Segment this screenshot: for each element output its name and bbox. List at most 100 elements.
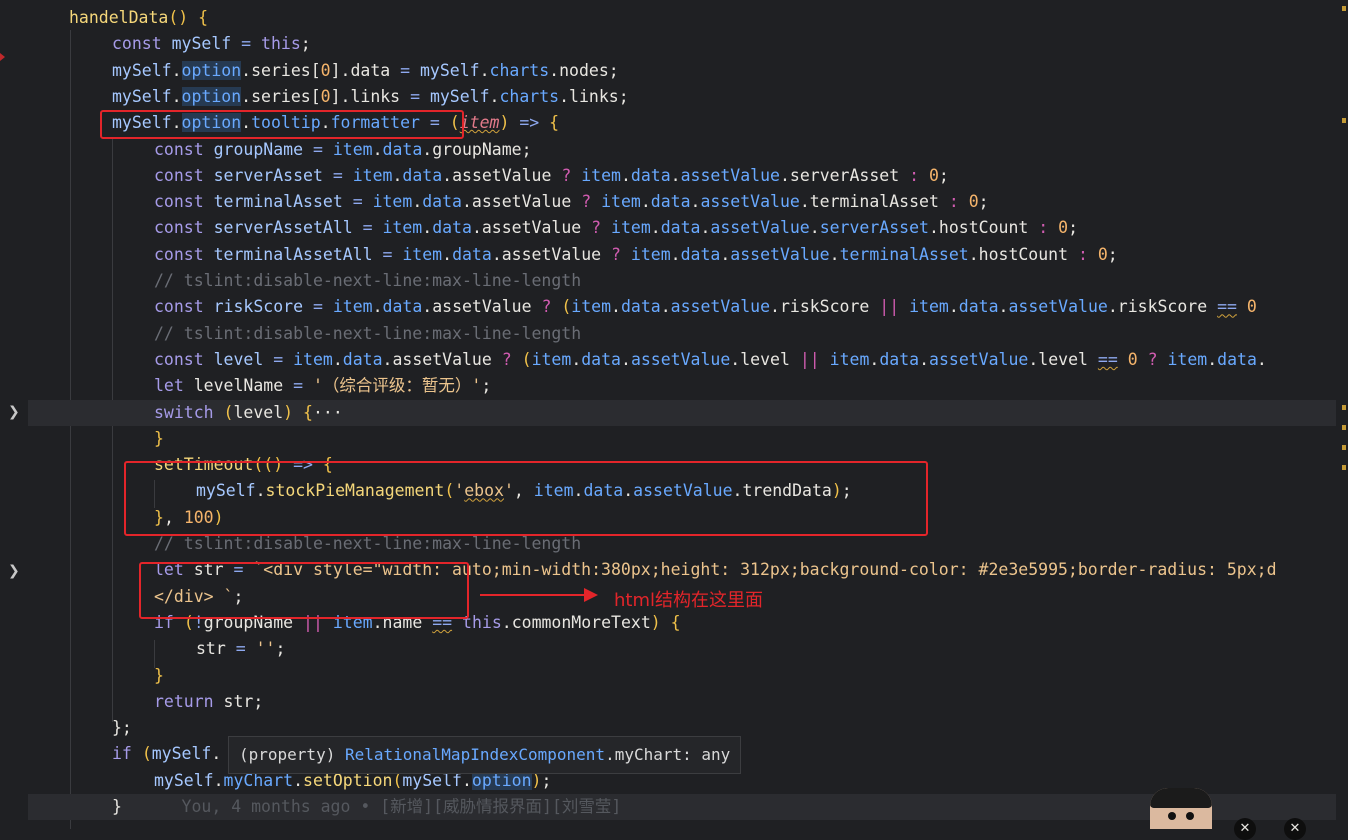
code-line[interactable]: const riskScore = item.data.assetValue ?… bbox=[28, 294, 1336, 320]
code-line[interactable]: const terminalAssetAll = item.data.asset… bbox=[28, 242, 1336, 268]
code-line[interactable]: str = ''; bbox=[28, 636, 1336, 662]
code-token: .level bbox=[1028, 349, 1098, 369]
code-line[interactable]: const mySelf = this; bbox=[28, 31, 1336, 57]
code-token: = bbox=[312, 297, 323, 317]
code-token: = bbox=[273, 349, 284, 369]
code-token: handelData bbox=[69, 8, 169, 27]
code-token: ; bbox=[481, 376, 492, 396]
code-token: .links; bbox=[559, 86, 629, 106]
code-token: { bbox=[549, 113, 560, 133]
code-token: { bbox=[303, 402, 313, 422]
scroll-marker bbox=[1342, 425, 1346, 430]
code-line[interactable]: // tslint:disable-next-line:max-line-len… bbox=[28, 268, 1336, 294]
code-token: = bbox=[293, 376, 304, 396]
close-icon[interactable]: ✕ bbox=[1284, 818, 1306, 840]
fold-chevron-icon[interactable]: ❯ bbox=[8, 563, 20, 579]
highlight-box-formatter bbox=[100, 110, 464, 139]
code-token: ; bbox=[300, 34, 311, 54]
fold-chevron-icon[interactable]: ❯ bbox=[8, 404, 20, 420]
code-line[interactable]: mySelf.option.series[0].links = mySelf.c… bbox=[28, 84, 1336, 110]
vertical-scrollbar[interactable] bbox=[1336, 0, 1348, 829]
code-token: item bbox=[459, 113, 500, 133]
code-token: } bbox=[112, 797, 122, 816]
code-token: ; bbox=[978, 192, 989, 212]
code-token: if bbox=[112, 744, 132, 764]
code-token: item bbox=[611, 218, 651, 238]
code-token: riskScore bbox=[213, 297, 304, 317]
close-icon[interactable]: ✕ bbox=[1234, 818, 1256, 840]
code-line[interactable]: } bbox=[28, 663, 1336, 689]
code-line[interactable]: } You, 4 months ago • [新增][威胁情报界面][刘雪莹] bbox=[28, 794, 1336, 820]
scroll-marker bbox=[1342, 405, 1346, 410]
annotation-arrow bbox=[480, 594, 588, 596]
code-token: . bbox=[171, 60, 182, 80]
hover-suffix: .myChart: any bbox=[605, 745, 731, 764]
code-token: : bbox=[1077, 244, 1088, 264]
error-marker-icon bbox=[0, 53, 5, 61]
code-token: .hostCount bbox=[928, 218, 1039, 238]
code-token: item bbox=[382, 218, 423, 238]
code-token: '' bbox=[255, 639, 276, 659]
avatar[interactable] bbox=[1150, 788, 1212, 829]
hover-prefix: (property) bbox=[239, 745, 345, 764]
code-line[interactable]: return str; bbox=[28, 689, 1336, 715]
code-line[interactable]: let levelName = '（综合评级：暂无）'; bbox=[28, 373, 1336, 399]
code-line[interactable]: const terminalAsset = item.data.assetVal… bbox=[28, 189, 1336, 215]
code-token: const bbox=[154, 165, 204, 185]
highlight-box-settimeout bbox=[124, 461, 928, 536]
code-token: data bbox=[402, 165, 443, 185]
code-line[interactable]: } bbox=[28, 426, 1336, 452]
code-token: } bbox=[154, 428, 164, 448]
code-line[interactable]: handelData() { bbox=[28, 5, 1336, 31]
code-token: this bbox=[261, 34, 301, 54]
code-token: ( bbox=[223, 402, 234, 422]
code-token: data bbox=[422, 192, 462, 212]
code-line[interactable]: // tslint:disable-next-line:max-line-len… bbox=[28, 321, 1336, 347]
code-token: : bbox=[948, 192, 959, 212]
code-token: . bbox=[213, 770, 224, 790]
code-token: str bbox=[196, 639, 236, 659]
code-token: = bbox=[312, 139, 323, 159]
code-token: . bbox=[611, 297, 621, 317]
code-line[interactable]: mySelf.option.series[0].data = mySelf.ch… bbox=[28, 58, 1336, 84]
code-line[interactable]: const groupName = item.data.groupName; bbox=[28, 137, 1336, 163]
code-token: . bbox=[372, 297, 383, 317]
code-token: mySelf bbox=[154, 770, 214, 790]
code-token: . bbox=[670, 165, 681, 185]
code-token: ; bbox=[1107, 244, 1118, 264]
code-line[interactable]: switch (level) {··· bbox=[28, 399, 1336, 426]
code-token: .riskScore bbox=[770, 297, 880, 317]
code-token: . bbox=[660, 297, 671, 317]
code-token: .series[ bbox=[241, 86, 321, 106]
code-token: .level bbox=[730, 349, 800, 369]
code-line[interactable]: const serverAssetAll = item.data.assetVa… bbox=[28, 215, 1336, 241]
code-token: . bbox=[479, 60, 490, 80]
code-line[interactable]: const level = item.data.assetValue ? (it… bbox=[28, 347, 1336, 373]
code-token: data bbox=[452, 244, 492, 264]
code-token: 0 bbox=[1246, 297, 1257, 317]
scroll-marker bbox=[1342, 465, 1346, 470]
hover-tooltip: (property) RelationalMapIndexComponent.m… bbox=[228, 736, 742, 774]
code-token: = bbox=[400, 60, 411, 80]
code-token: . bbox=[1207, 349, 1218, 369]
code-line[interactable]: const serverAsset = item.data.assetValue… bbox=[28, 163, 1336, 189]
scroll-marker bbox=[1342, 118, 1346, 123]
